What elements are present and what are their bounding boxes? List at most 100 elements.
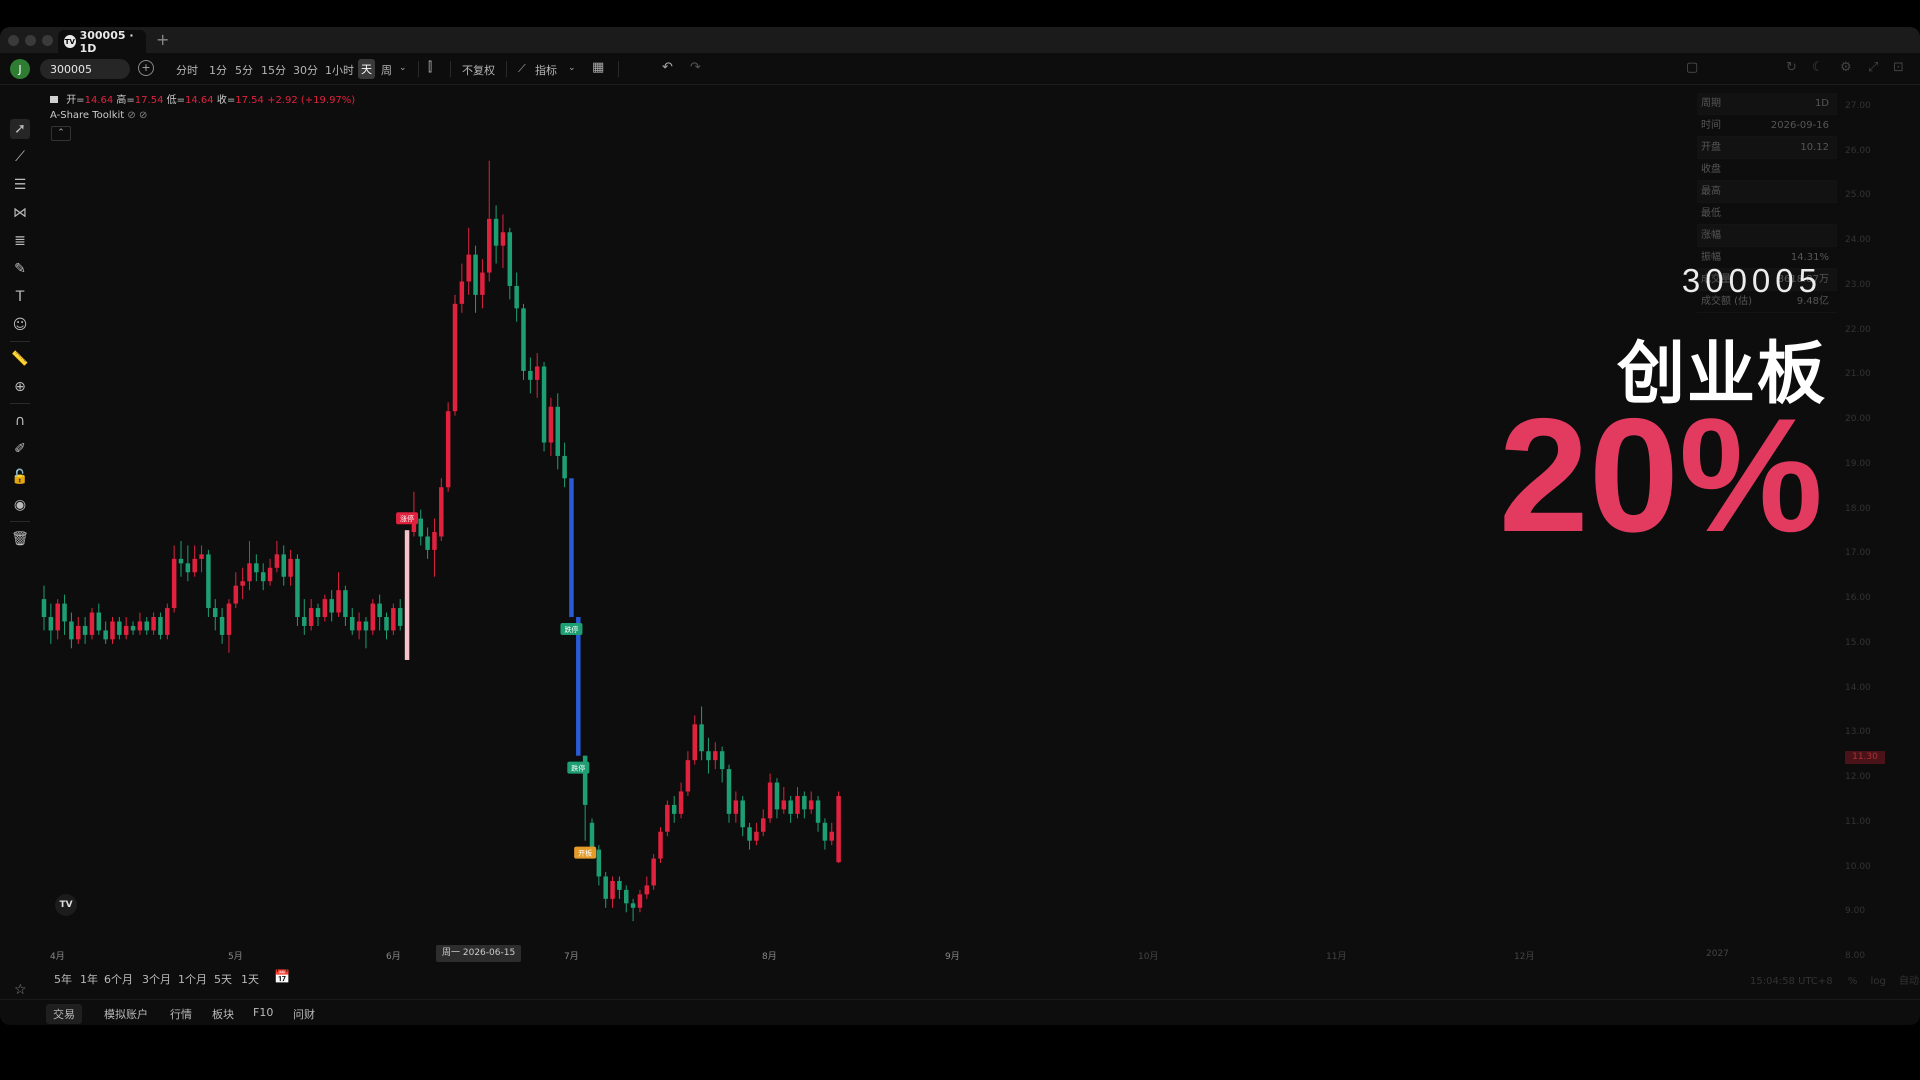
candle-body: [137, 621, 143, 631]
tab-trade[interactable]: 交易: [46, 1004, 82, 1024]
emoji-icon[interactable]: ☺: [10, 315, 30, 335]
eye-icon[interactable]: ◉: [10, 495, 30, 515]
indicator-name: A-Share Toolkit: [50, 110, 125, 121]
candle-body: [384, 617, 389, 631]
minimize-window-button[interactable]: [25, 35, 36, 46]
price-axis-label: 11.00: [1845, 816, 1871, 827]
candle-body: [377, 603, 382, 617]
tab-wencai[interactable]: 问财: [293, 1006, 315, 1022]
pattern-icon[interactable]: ⋈: [10, 203, 30, 223]
candle-body: [781, 800, 787, 810]
candle-body: [569, 478, 574, 617]
tool-divider: [10, 341, 30, 342]
auto-scale-toggle[interactable]: 自动: [1899, 976, 1919, 987]
camera-icon[interactable]: ⊡: [1893, 60, 1904, 75]
ohlc-legend: 开=14.64 高=17.54 低=14.64 收=17.54 +2.92 (+…: [50, 91, 355, 106]
price-axis-label: 24.00: [1845, 235, 1871, 246]
brush-icon[interactable]: ✎: [10, 259, 30, 279]
limit-down-marker-text: 跌停: [564, 625, 578, 634]
candle-body: [665, 804, 670, 832]
data-window-value: 2026-09-16: [1770, 120, 1829, 131]
candle-body: [651, 858, 656, 886]
candle-body: [740, 800, 745, 828]
price-axis-label: 27.00: [1845, 101, 1871, 111]
trend-line-icon[interactable]: ⟋: [10, 147, 30, 167]
time-axis-label: 8月: [762, 952, 777, 962]
candle-body: [747, 827, 752, 841]
zoom-in-icon[interactable]: ⊕: [10, 377, 30, 397]
candle-body: [226, 603, 232, 635]
legend-low-label: 低=: [166, 95, 186, 106]
data-window-label: 最高: [1701, 186, 1721, 197]
price-axis-label: 25.00: [1845, 190, 1871, 201]
range-3m[interactable]: 3个月: [142, 971, 171, 987]
candle-body: [528, 370, 533, 380]
user-avatar[interactable]: J: [10, 59, 30, 79]
candle-body: [247, 563, 252, 582]
legend-open: 14.64: [84, 95, 114, 106]
candle-body: [754, 831, 759, 841]
price-axis-label: 12.00: [1845, 772, 1871, 783]
time-axis-label: 12月: [1514, 952, 1535, 962]
candle-body: [350, 617, 355, 631]
candle-body: [363, 621, 369, 631]
last-price-tag: 11.30: [1845, 751, 1885, 764]
parallel-channel-icon[interactable]: ☰: [10, 175, 30, 195]
candle-body: [788, 800, 793, 814]
candle-body: [123, 625, 129, 635]
indicator-settings-icon[interactable]: ⊘: [139, 110, 147, 121]
bottom-panel-tabs: 交易 模拟账户 行情 板块 F10 问财: [0, 999, 1920, 1025]
data-window-value: 10.12: [1800, 142, 1829, 153]
tab-sectors[interactable]: 板块: [212, 1006, 234, 1022]
ruler-icon[interactable]: 📏: [10, 349, 30, 369]
magnet-icon[interactable]: ∩: [10, 411, 30, 431]
candle-body: [493, 218, 499, 246]
expand-icon[interactable]: ⤢: [1868, 60, 1878, 75]
candle-body: [192, 558, 197, 573]
text-tool-icon[interactable]: T: [10, 287, 30, 307]
candle-body: [671, 804, 677, 814]
settings-gear-icon[interactable]: ⚙: [1840, 60, 1852, 75]
pencil-lock-icon[interactable]: ✐: [10, 439, 30, 459]
tool-divider: [10, 403, 30, 404]
tab-f10[interactable]: F10: [253, 1006, 273, 1019]
watchlist-star-icon[interactable]: ☆: [14, 982, 27, 998]
candle-body: [637, 894, 643, 908]
range-1y[interactable]: 1年: [80, 971, 98, 987]
tab-paper-account[interactable]: 模拟账户: [104, 1006, 148, 1022]
candle-body: [808, 800, 814, 810]
candle-body: [418, 518, 423, 537]
tab-market[interactable]: 行情: [170, 1006, 192, 1022]
data-window-value: 1D: [1814, 98, 1829, 109]
lock-icon[interactable]: 🔓: [10, 467, 30, 487]
trash-icon[interactable]: 🗑: [10, 529, 30, 549]
range-5d[interactable]: 5天: [214, 971, 232, 987]
data-window-row: 最高: [1697, 181, 1837, 203]
candle-body: [624, 889, 629, 904]
legend-collapse-icon[interactable]: [50, 96, 58, 103]
range-1m[interactable]: 1个月: [178, 971, 207, 987]
indicator-visibility-icon[interactable]: ⊘: [127, 110, 135, 121]
data-window-row: 收盘: [1697, 159, 1837, 181]
range-5y[interactable]: 5年: [54, 971, 72, 987]
candle-body: [336, 590, 341, 613]
collapse-legend-chevron-icon[interactable]: ⌃: [51, 126, 71, 141]
percent-scale-toggle[interactable]: %: [1848, 976, 1858, 987]
data-window-label: 周期: [1701, 98, 1721, 109]
price-axis-label: 21.00: [1845, 369, 1871, 380]
candle-body: [541, 366, 547, 443]
close-window-button[interactable]: [8, 35, 19, 46]
log-scale-toggle[interactable]: log: [1871, 976, 1886, 987]
candle-body: [206, 554, 211, 609]
legend-high: 17.54: [134, 95, 164, 106]
range-1d[interactable]: 1天: [241, 971, 259, 987]
range-6m[interactable]: 6个月: [104, 971, 133, 987]
price-axis-label: 14.00: [1845, 682, 1871, 693]
price-axis[interactable]: 27.00 26.00 25.00 24.00 23.00 22.00 21.00 20.00…: [1845, 85, 1885, 985]
cursor-arrow-icon[interactable]: ➚: [10, 119, 30, 139]
timezone-clock[interactable]: 15:04:58 UTC+8 % log 自动: [1750, 972, 1919, 987]
time-axis[interactable]: 4月 5月 6月 7月 8月 9月 10月 11月 12月 2027: [40, 945, 1840, 965]
fib-icon[interactable]: ≣: [10, 231, 30, 251]
candle-body: [144, 621, 149, 631]
goto-date-calendar-icon[interactable]: 📅: [274, 970, 290, 985]
